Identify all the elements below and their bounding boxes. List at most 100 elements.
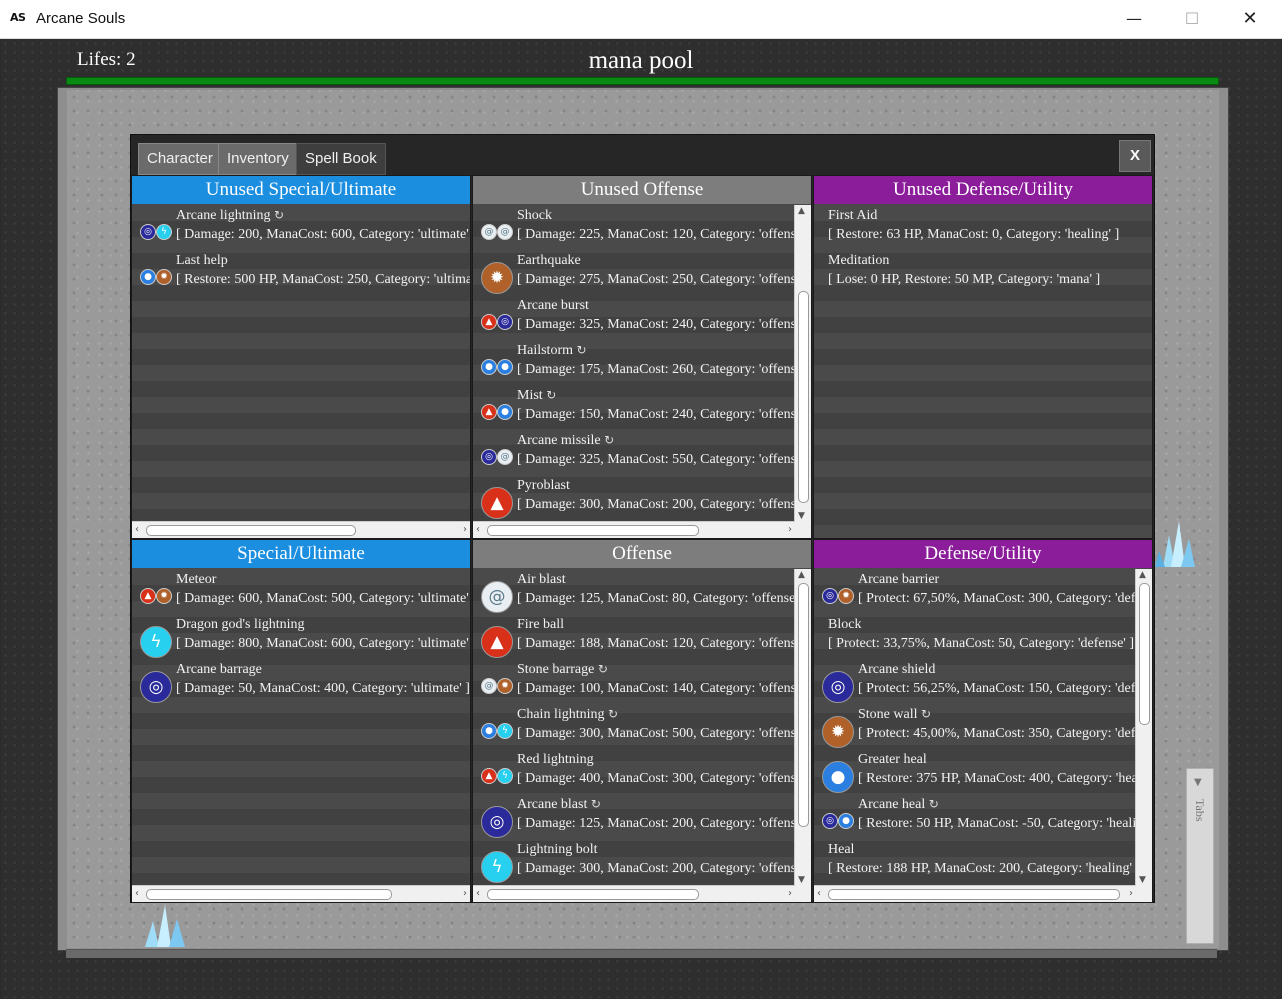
air-icon: @ [481, 581, 513, 613]
spell-name: Red lightning [517, 752, 594, 767]
spell-item[interactable]: ▲ ◎ Arcane burst [ Damage: 325, ManaCost:… [473, 295, 795, 340]
chevron-down-icon: ▼ [1194, 777, 1202, 788]
spell-desc: [ Restore: 375 HP, ManaCost: 400, Catego… [858, 771, 1136, 786]
fire-icon: ▲ [481, 487, 513, 519]
earth-icon: ✹ [156, 588, 172, 604]
spell-desc: [ Damage: 300, ManaCost: 200, Category: … [517, 497, 795, 512]
spell-item[interactable]: ◎ Arcane barrage [ Damage: 50, ManaCost:… [132, 659, 470, 704]
vertical-scrollbar[interactable]: ▲ ▼ [794, 205, 811, 522]
panel-special: Special/Ultimate ▲ ✹ Meteor [ Damage: 600… [131, 539, 471, 903]
spell-item[interactable]: Heal [ Restore: 188 HP, ManaCost: 200, C… [814, 839, 1136, 884]
horizontal-scrollbar[interactable]: ‹ › [473, 885, 795, 902]
arena-bottom-edge [66, 949, 1217, 958]
spell-item[interactable]: ϟ Dragon god's lightning [ Damage: 800, … [132, 614, 470, 659]
spell-item[interactable]: ✹ Earthquake [ Damage: 275, ManaCost: 25… [473, 250, 795, 295]
spell-list: ◎ ✹ Arcane barrier [ Protect: 67,50%, Man… [814, 569, 1136, 886]
ice-crystal-icon [1155, 521, 1195, 567]
earth-icon: ✹ [822, 716, 854, 748]
spell-item[interactable]: ● ✹ Last help [ Restore: 500 HP, ManaCost… [132, 250, 470, 295]
spell-name: Greater heal [858, 752, 927, 767]
spell-item[interactable]: ▲ Fire ball [ Damage: 188, ManaCost: 120… [473, 614, 795, 659]
spell-item[interactable]: ◎ ● Arcane heal ↻ [ Restore: 50 HP, ManaC… [814, 794, 1136, 839]
spell-item[interactable]: ▲ Pyroblast [ Damage: 300, ManaCost: 200… [473, 475, 795, 520]
tabs-side-toggle[interactable]: ▼ Tabs [1186, 768, 1214, 944]
minimize-button[interactable]: — [1105, 0, 1163, 38]
spell-desc: [ Damage: 175, ManaCost: 260, Category: … [517, 362, 795, 377]
spell-item[interactable]: ● ϟ Chain lightning ↻ [ Damage: 300, Mana… [473, 704, 795, 749]
spell-desc: [ Restore: 63 HP, ManaCost: 0, Category:… [828, 227, 1120, 242]
spell-name: Stone barrage [517, 662, 595, 677]
panel-defense: Defense/Utility ◎ ✹ Arcane barrier [ Prot… [813, 539, 1153, 903]
lightning-icon: ϟ [140, 626, 172, 658]
spell-item[interactable]: Block [ Protect: 33,75%, ManaCost: 50, C… [814, 614, 1136, 659]
earth-icon: ✹ [481, 262, 513, 294]
panel-unused-offense: Unused Offense @ @ Shock [ Damage: 225, M… [472, 175, 812, 539]
cycle-icon: ↻ [604, 433, 615, 447]
spell-name: Block [828, 617, 862, 632]
horizontal-scrollbar[interactable]: ‹ › [132, 521, 470, 538]
arcane-icon: ◎ [140, 671, 172, 703]
spell-item[interactable]: ◎ Arcane shield [ Protect: 56,25%, ManaC… [814, 659, 1136, 704]
spell-desc: [ Damage: 300, ManaCost: 200, Category: … [517, 861, 795, 876]
spell-desc: [ Damage: 100, ManaCost: 140, Category: … [517, 681, 795, 696]
spell-desc: [ Damage: 800, ManaCost: 600, Category: … [176, 636, 470, 651]
lightning-icon: ϟ [497, 723, 513, 739]
panel-title: Unused Defense/Utility [814, 176, 1152, 204]
dialog-close-button[interactable]: X [1119, 140, 1151, 172]
spell-item[interactable]: ▲ ✹ Meteor [ Damage: 600, ManaCost: 500, … [132, 569, 470, 614]
arcane-icon: ◎ [140, 224, 156, 240]
spell-item[interactable]: ● ● Hailstorm ↻ [ Damage: 175, ManaCost: … [473, 340, 795, 385]
spell-desc: [ Damage: 300, ManaCost: 500, Category: … [517, 726, 795, 741]
panel-title: Unused Offense [473, 176, 811, 204]
spell-name: Arcane barrier [858, 572, 940, 587]
spell-name: Arcane heal [858, 797, 926, 812]
panel-title: Unused Special/Ultimate [132, 176, 470, 204]
spell-item[interactable]: ◎ Arcane blast ↻ [ Damage: 125, ManaCost… [473, 794, 795, 839]
water-icon: ● [481, 723, 497, 739]
arcane-icon: ◎ [481, 449, 497, 465]
arcane-icon: ◎ [497, 314, 513, 330]
tab-inventory[interactable]: Inventory [218, 143, 298, 175]
tab-character[interactable]: Character [138, 143, 222, 175]
panel-unused-defense: Unused Defense/Utility First Aid [ Resto… [813, 175, 1153, 539]
spell-list: ▲ ✹ Meteor [ Damage: 600, ManaCost: 500, … [132, 569, 470, 886]
vertical-scrollbar[interactable]: ▲ ▼ [1135, 569, 1152, 886]
maximize-button[interactable]: ☐ [1163, 0, 1221, 38]
panel-unused-special: Unused Special/Ultimate ◎ ϟ Arcane lightn… [131, 175, 471, 539]
window-titlebar: AS Arcane Souls — ☐ ✕ [0, 0, 1282, 39]
spell-name: Arcane shield [858, 662, 936, 677]
spell-name: Shock [517, 208, 552, 223]
cycle-icon: ↻ [546, 388, 557, 402]
close-window-button[interactable]: ✕ [1221, 0, 1279, 38]
spell-item[interactable]: ϟ Lightning bolt [ Damage: 300, ManaCost… [473, 839, 795, 884]
spell-item[interactable]: @ ✹ Stone barrage ↻ [ Damage: 100, ManaCo… [473, 659, 795, 704]
spell-name: Hailstorm [517, 343, 573, 358]
spell-item[interactable]: First Aid [ Restore: 63 HP, ManaCost: 0,… [814, 205, 1152, 250]
air-icon: @ [481, 224, 497, 240]
vertical-scrollbar[interactable]: ▲ ▼ [794, 569, 811, 886]
window-title: Arcane Souls [36, 10, 126, 27]
horizontal-scrollbar[interactable]: ‹ › [132, 885, 470, 902]
spell-item[interactable]: ▲ ϟ Red lightning [ Damage: 400, ManaCost… [473, 749, 795, 794]
spell-item[interactable]: Meditation [ Lose: 0 HP, Restore: 50 MP,… [814, 250, 1152, 295]
spell-item[interactable]: ◎ ✹ Arcane barrier [ Protect: 67,50%, Man… [814, 569, 1136, 614]
spell-list: ◎ ϟ Arcane lightning ↻ [ Damage: 200, Man… [132, 205, 470, 522]
spell-item[interactable]: @ @ Shock [ Damage: 225, ManaCost: 120, C… [473, 205, 795, 250]
air-icon: @ [497, 224, 513, 240]
horizontal-scrollbar[interactable]: ‹ › [814, 885, 1136, 902]
horizontal-scrollbar[interactable]: ‹ › [473, 521, 795, 538]
panel-offense: Offense @ Air blast [ Damage: 125, ManaC… [472, 539, 812, 903]
spell-name: Arcane barrage [176, 662, 262, 677]
spell-item[interactable]: ◎ ϟ Arcane lightning ↻ [ Damage: 200, Man… [132, 205, 470, 250]
lightning-icon: ϟ [156, 224, 172, 240]
spell-desc: [ Damage: 225, ManaCost: 120, Category: … [517, 227, 795, 242]
spell-item[interactable]: ◎ @ Arcane missile ↻ [ Damage: 325, ManaC… [473, 430, 795, 475]
spell-item[interactable]: ✹ Stone wall ↻ [ Protect: 45,00%, ManaCo… [814, 704, 1136, 749]
spell-desc: [ Damage: 125, ManaCost: 200, Category: … [517, 816, 795, 831]
spell-item[interactable]: ▲ ● Mist ↻ [ Damage: 150, ManaCost: 240, … [473, 385, 795, 430]
spell-item[interactable]: ● Greater heal [ Restore: 375 HP, ManaCo… [814, 749, 1136, 794]
spell-name: Fire ball [517, 617, 565, 632]
spell-item[interactable]: @ Air blast [ Damage: 125, ManaCost: 80,… [473, 569, 795, 614]
spell-desc: [ Damage: 50, ManaCost: 400, Category: '… [176, 681, 470, 696]
tab-spell-book[interactable]: Spell Book [296, 143, 386, 175]
